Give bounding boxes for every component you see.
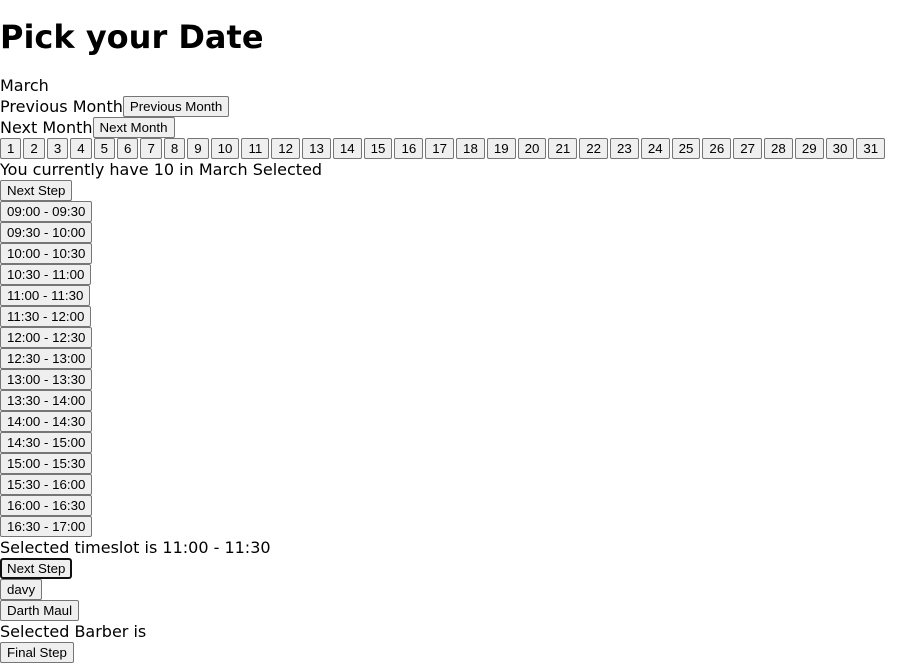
barber-list: davy Darth Maul <box>0 579 899 621</box>
timeslot-row: 12:00 - 12:30 <box>0 327 899 348</box>
selected-date-text: You currently have 10 in March Selected <box>0 160 323 179</box>
day-button[interactable]: 13 <box>302 138 331 159</box>
day-button[interactable]: 23 <box>610 138 639 159</box>
day-button[interactable]: 16 <box>394 138 424 159</box>
previous-month-button[interactable]: Previous Month <box>122 96 230 117</box>
timeslot-row: 16:30 - 17:00 <box>0 516 899 537</box>
timeslot-button[interactable]: 15:00 - 15:30 <box>0 453 93 474</box>
day-button[interactable]: 27 <box>733 138 763 159</box>
selected-timeslot-text: Selected timeslot is 11:00 - 11:30 <box>0 538 271 557</box>
barber-row: Darth Maul <box>0 600 899 621</box>
selected-barber-text: Selected Barber is <box>0 622 147 641</box>
barber-button[interactable]: Darth Maul <box>0 600 80 621</box>
day-button[interactable]: 20 <box>517 138 547 159</box>
timeslot-list: 09:00 - 09:30 09:30 - 10:00 10:00 - 10:30 1… <box>0 201 899 537</box>
timeslot-button[interactable]: 13:00 - 13:30 <box>0 369 93 390</box>
day-button[interactable]: 6 <box>117 138 139 159</box>
day-button[interactable]: 21 <box>548 138 578 159</box>
day-button[interactable]: 29 <box>794 138 824 159</box>
timeslot-button[interactable]: 14:00 - 14:30 <box>0 411 93 432</box>
page-title: Pick your Date <box>0 18 264 56</box>
day-button[interactable]: 1 <box>0 138 22 159</box>
day-button[interactable]: 24 <box>640 138 670 159</box>
barber-row: davy <box>0 579 899 600</box>
day-button[interactable]: 10 <box>210 138 240 159</box>
day-button[interactable]: 19 <box>486 138 516 159</box>
day-button[interactable]: 11 <box>241 138 270 159</box>
day-picker: 1 2 3 4 5 6 7 8 9 10 11 12 13 14 15 16 17 18 19 20 21 22 23 24 2… <box>0 138 899 159</box>
timeslot-button[interactable]: 10:30 - 11:00 <box>0 264 92 285</box>
barber-button[interactable]: davy <box>0 579 43 600</box>
timeslot-button[interactable]: 14:30 - 15:00 <box>0 432 93 453</box>
day-button[interactable]: 17 <box>425 138 455 159</box>
timeslot-row: 09:00 - 09:30 <box>0 201 899 222</box>
day-button[interactable]: 30 <box>825 138 855 159</box>
timeslot-row: 09:30 - 10:00 <box>0 222 899 243</box>
timeslot-button[interactable]: 11:30 - 12:00 <box>0 306 92 327</box>
day-button[interactable]: 9 <box>187 138 209 159</box>
day-button[interactable]: 28 <box>764 138 793 159</box>
day-button[interactable]: 5 <box>93 138 116 159</box>
timeslot-row: 13:00 - 13:30 <box>0 369 899 390</box>
month-name: March <box>0 76 49 95</box>
day-button[interactable]: 31 <box>856 138 886 159</box>
timeslot-button[interactable]: 15:30 - 16:00 <box>0 474 93 495</box>
final-step-button[interactable]: Final Step <box>0 642 74 663</box>
day-button[interactable]: 18 <box>456 138 485 159</box>
timeslot-row: 13:30 - 14:00 <box>0 390 899 411</box>
timeslot-row: 15:30 - 16:00 <box>0 474 899 495</box>
timeslot-row: 15:00 - 15:30 <box>0 453 899 474</box>
day-button[interactable]: 7 <box>140 138 162 159</box>
next-step-date-button[interactable]: Next Step <box>0 180 73 201</box>
next-month-row: Next Month Next Month <box>0 117 899 138</box>
next-step-timeslot-button[interactable]: Next Step <box>0 558 73 579</box>
day-button[interactable]: 3 <box>46 138 69 159</box>
next-month-button[interactable]: Next Month <box>92 117 175 138</box>
previous-month-row: Previous Month Previous Month <box>0 96 899 117</box>
timeslot-row: 11:30 - 12:00 <box>0 306 899 327</box>
timeslot-row: 14:30 - 15:00 <box>0 432 899 453</box>
timeslot-button[interactable]: 16:00 - 16:30 <box>0 495 93 516</box>
timeslot-button[interactable]: 10:00 - 10:30 <box>0 243 93 264</box>
timeslot-row: 10:00 - 10:30 <box>0 243 899 264</box>
timeslot-row: 16:00 - 16:30 <box>0 495 899 516</box>
day-button[interactable]: 26 <box>702 138 732 159</box>
day-button[interactable]: 4 <box>70 138 92 159</box>
day-button[interactable]: 12 <box>271 138 301 159</box>
next-month-label: Next Month <box>0 118 93 137</box>
timeslot-row: 12:30 - 13:00 <box>0 348 899 369</box>
timeslot-button[interactable]: 13:30 - 14:00 <box>0 390 93 411</box>
timeslot-row: 14:00 - 14:30 <box>0 411 899 432</box>
timeslot-row: 11:00 - 11:30 <box>0 285 899 306</box>
timeslot-button[interactable]: 16:30 - 17:00 <box>0 516 93 537</box>
day-button[interactable]: 15 <box>363 138 393 159</box>
timeslot-button[interactable]: 09:30 - 10:00 <box>0 222 93 243</box>
day-button[interactable]: 25 <box>671 138 701 159</box>
timeslot-button[interactable]: 09:00 - 09:30 <box>0 201 93 222</box>
timeslot-button[interactable]: 12:30 - 13:00 <box>0 348 93 369</box>
day-button[interactable]: 22 <box>579 138 609 159</box>
timeslot-button[interactable]: 11:00 - 11:30 <box>0 285 91 306</box>
previous-month-label: Previous Month <box>0 97 123 116</box>
timeslot-row: 10:30 - 11:00 <box>0 264 899 285</box>
day-button[interactable]: 14 <box>332 138 362 159</box>
day-button[interactable]: 2 <box>23 138 45 159</box>
day-button[interactable]: 8 <box>163 138 186 159</box>
timeslot-button[interactable]: 12:00 - 12:30 <box>0 327 93 348</box>
